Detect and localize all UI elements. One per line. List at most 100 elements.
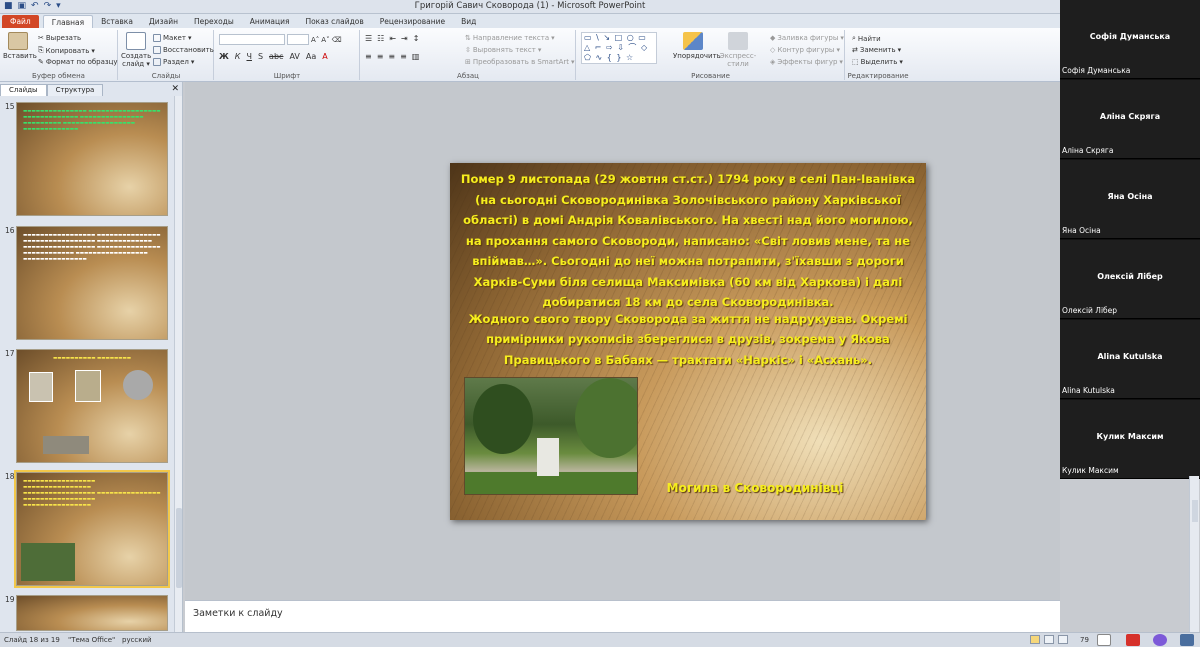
tab-home[interactable]: Главная (42, 15, 94, 28)
recording-tray-icon[interactable] (1126, 634, 1140, 646)
theme-name[interactable]: "Тема Office" (68, 636, 115, 644)
scrollbar-thumb[interactable] (1192, 500, 1198, 522)
language-indicator[interactable]: русский (122, 636, 152, 644)
participant-tile[interactable]: Софія Думанська Софія Думанська (1060, 0, 1200, 79)
normal-view-icon[interactable] (1030, 635, 1040, 644)
thumbnail-text-lines: ▬▬▬▬▬▬▬▬▬▬▬▬▬▬▬ ▬▬▬▬▬▬▬▬▬▬▬▬▬▬▬▬▬ ▬▬▬▬▬▬… (23, 109, 161, 132)
tab-slides[interactable]: Слайды (0, 84, 47, 96)
notes-pane[interactable]: Заметки к слайду (185, 600, 1060, 632)
reading-view-icon[interactable] (1058, 635, 1068, 644)
align-text-icon: ⇳ (465, 46, 471, 54)
shape-outline-button[interactable]: ◇ Контур фигуры ▾ (770, 46, 840, 54)
arrange-icon (683, 32, 703, 50)
align-text-button[interactable]: ⇳ Выровнять текст ▾ (465, 46, 541, 54)
editing-group-label: Редактирование (847, 72, 909, 80)
new-slide-button[interactable]: Создать слайд ▾ (121, 32, 151, 68)
shapes-gallery[interactable]: ▭ \ ↘ □ ○ ▭ △ ⌐ ⇨ ⇩ ⌒ ◇ ⬠ ∿ { } ☆ (581, 32, 657, 64)
thumbnail-image: ▬▬▬▬▬▬▬▬▬▬ ▬▬▬▬▬▬▬▬ (16, 349, 168, 463)
clear-format-icon[interactable]: ⌫ (332, 36, 342, 44)
tab-design[interactable]: Дизайн (141, 15, 186, 28)
underline-icon[interactable]: Ч (246, 52, 251, 61)
reset-icon (153, 46, 161, 54)
slide-sorter-icon[interactable] (1044, 635, 1054, 644)
shape-effects-button[interactable]: ◈ Эффекты фигур ▾ (770, 58, 843, 66)
notes-placeholder: Заметки к слайду (193, 608, 283, 619)
italic-icon[interactable]: К (235, 52, 241, 61)
justify-icon[interactable]: ≡ (400, 52, 407, 61)
select-button[interactable]: ⬚ Выделить ▾ (852, 58, 903, 66)
smartart-button[interactable]: ⊞ Преобразовать в SmartArt ▾ (465, 58, 575, 66)
align-left-icon[interactable]: ≡ (365, 52, 372, 61)
cut-button[interactable]: ✂ Вырезать (38, 34, 81, 42)
slide-text[interactable]: Помер 9 листопада (29 жовтня ст.ст.) 179… (454, 169, 922, 370)
tab-outline[interactable]: Структура (46, 84, 104, 96)
paste-button[interactable]: Вставить (3, 32, 37, 60)
photo-caption[interactable]: Могила в Сковородинівці (650, 481, 860, 495)
font-size-select[interactable] (287, 34, 309, 45)
numbering-icon[interactable]: ☷ (377, 34, 384, 43)
viber-tray-icon[interactable] (1153, 634, 1167, 646)
section-button[interactable]: Раздел ▾ (153, 58, 194, 66)
indent-icon[interactable]: ⇤ (389, 34, 396, 43)
slide-paragraph-death: Помер 9 листопада (29 жовтня ст.ст.) 179… (460, 172, 916, 309)
shrink-font-icon[interactable]: A˅ (321, 36, 329, 44)
participant-tile[interactable]: Яна Осіна Яна Осіна (1060, 160, 1200, 239)
display-tray-icon[interactable] (1180, 634, 1194, 646)
font-color-icon[interactable]: A (322, 52, 327, 61)
tab-view[interactable]: Вид (453, 15, 484, 28)
tab-file[interactable]: Файл (2, 15, 39, 28)
drawing-group-label: Рисование (691, 72, 730, 80)
close-icon[interactable]: ✕ (171, 84, 179, 94)
font-name-select[interactable] (219, 34, 285, 45)
find-button[interactable]: ⌕ Найти (852, 34, 881, 43)
case-icon[interactable]: Aa (306, 52, 316, 61)
paragraph-group: ☰ ☷ ⇤ ⇥ ↕ ≡ ≡ ≡ ≡ ▥ ⇅ Направление текста … (361, 30, 576, 80)
layout-button[interactable]: Макет ▾ (153, 34, 191, 42)
text-direction-button[interactable]: ⇅ Направление текста ▾ (465, 34, 555, 42)
arrange-button[interactable]: Упорядочить (673, 32, 721, 60)
scrollbar-thumb[interactable] (176, 508, 182, 588)
slides-panel-scrollbar[interactable] (174, 96, 182, 632)
spacing-icon[interactable]: AV (289, 52, 299, 61)
tab-transitions[interactable]: Переходы (186, 15, 242, 28)
thumbnail-image: ▬▬▬▬▬▬▬▬▬▬▬▬▬▬▬▬▬ ▬▬▬▬▬▬▬▬▬▬▬▬▬▬▬ ▬▬▬▬▬▬… (16, 226, 168, 340)
bold-icon[interactable]: Ж (219, 52, 229, 61)
grave-photo[interactable] (464, 377, 638, 495)
replace-button[interactable]: ⇄ Заменить ▾ (852, 46, 901, 54)
participant-tile[interactable]: Кулик Максим Кулик Максим (1060, 400, 1200, 479)
current-slide[interactable]: Помер 9 листопада (29 жовтня ст.ст.) 179… (450, 163, 926, 520)
clipboard-group: Вставить ✂ Вырезать ⎘ Копировать ▾ ✎ Формат… (0, 30, 118, 80)
tab-slideshow[interactable]: Показ слайдов (297, 15, 371, 28)
grow-font-icon[interactable]: A˄ (311, 36, 319, 44)
thumbnail-image: ▬▬▬▬▬▬▬▬▬▬▬▬▬▬▬▬▬ ▬▬▬▬▬▬▬▬▬▬▬▬▬▬▬▬ ▬▬▬▬▬… (14, 470, 170, 588)
zoom-level[interactable]: 79 (1080, 636, 1089, 644)
thumbnail-image: ▬▬▬▬▬▬▬▬▬▬▬▬▬▬▬ ▬▬▬▬▬▬▬▬▬▬▬▬▬▬▬▬▬ ▬▬▬▬▬▬… (16, 102, 168, 216)
tab-review[interactable]: Рецензирование (372, 15, 453, 28)
quick-styles-icon (728, 32, 748, 50)
format-painter-button[interactable]: ✎ Формат по образцу (38, 58, 118, 66)
portrait-image (75, 370, 101, 402)
select-icon: ⬚ (852, 58, 859, 66)
participant-tile[interactable]: Alina Kutulska Alina Kutulska (1060, 320, 1200, 399)
quick-styles-button[interactable]: Экспресс-стили (717, 32, 759, 68)
align-right-icon[interactable]: ≡ (388, 52, 395, 61)
reset-button[interactable]: Восстановить (153, 46, 214, 54)
canvas-scrollbar[interactable] (1189, 476, 1199, 632)
align-center-icon[interactable]: ≡ (377, 52, 384, 61)
strikethrough-icon[interactable]: abc (269, 52, 283, 61)
participant-tile[interactable]: Олексій Лібер Олексій Лібер (1060, 240, 1200, 319)
tab-animation[interactable]: Анимация (242, 15, 298, 28)
line-spacing-icon[interactable]: ↕ (413, 34, 420, 43)
copy-button[interactable]: ⎘ Копировать ▾ (38, 46, 95, 55)
columns-icon[interactable]: ▥ (412, 52, 420, 61)
tab-insert[interactable]: Вставка (93, 15, 141, 28)
participant-tile[interactable]: Аліна Скряга Аліна Скряга (1060, 80, 1200, 159)
font-group: A˄ A˅ ⌫ Ж К Ч S abc AV Aa A Шрифт (215, 30, 360, 80)
slides-group: Создать слайд ▾ Макет ▾ Восстановить Раз… (119, 30, 214, 80)
bullets-icon[interactable]: ☰ (365, 34, 372, 43)
outdent-icon[interactable]: ⇥ (401, 34, 408, 43)
security-tray-icon[interactable] (1097, 634, 1111, 646)
shape-fill-button[interactable]: ◆ Заливка фигуры ▾ (770, 34, 844, 42)
shadow-icon[interactable]: S (258, 52, 263, 61)
thumbnail-text-lines: ▬▬▬▬▬▬▬▬▬▬▬▬▬▬▬▬▬ ▬▬▬▬▬▬▬▬▬▬▬▬▬▬▬▬ ▬▬▬▬▬… (23, 479, 161, 508)
